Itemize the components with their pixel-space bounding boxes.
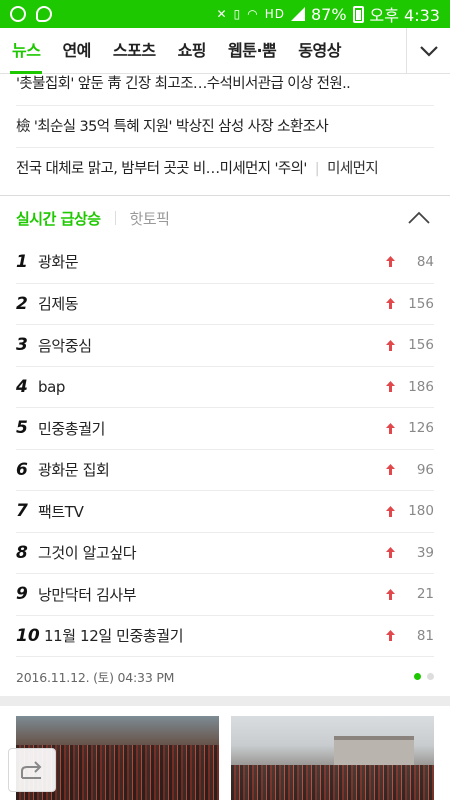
category-nav: 뉴스 연예 스포츠 쇼핑 웹툰·뿜 동영상 [0,27,450,74]
rank-change-count: 21 [416,586,434,603]
rank-number: 3 [16,335,28,356]
news-headline[interactable]: 전국 대체로 맑고, 밤부터 곳곳 비…미세먼지 '주의' | 미세먼지 [16,148,434,190]
collapse-button[interactable] [404,203,434,233]
tab-video[interactable]: 동영상 [298,28,341,74]
rank-change-count: 156 [408,295,434,312]
rank-number: 4 [16,376,28,397]
rising-arrow-icon [382,463,398,477]
share-button[interactable] [8,748,56,792]
rank-term[interactable]: 팩트TV [38,501,382,522]
separator [114,211,116,225]
rising-arrow-icon [382,629,398,643]
rising-arrow-icon [382,546,398,560]
rising-arrow-icon [382,587,398,601]
g-app-icon [36,6,52,22]
rank-number: 1 [16,251,28,272]
rank-number: 2 [16,293,28,314]
tab-webtoon[interactable]: 웹툰·뿜 [228,28,277,74]
rank-change-count: 96 [416,461,434,478]
rising-arrow-icon [382,338,398,352]
ranking-row[interactable]: 9 낭만닥터 김사부 21 [16,573,434,615]
signal-icon [290,7,305,21]
news-thumbnail-gwanghwamun[interactable] [231,716,434,800]
rank-number: 8 [16,542,28,563]
realtime-header: 실시간 급상승 핫토픽 [0,196,450,240]
vibrate-icon: ▯ [233,7,242,21]
update-timestamp: 2016.11.12. (토) 04:33 PM [16,670,175,685]
rank-change-count: 186 [408,378,434,395]
headline-keyword[interactable]: 미세먼지 [327,161,379,177]
section-gap [0,696,450,706]
news-headline[interactable]: 檢 '최순실 35억 특혜 지원' 박상진 삼성 사장 소환조사 [16,106,434,148]
battery-percent: 87% [310,4,347,24]
category-tabs: 뉴스 연예 스포츠 쇼핑 웹툰·뿜 동영상 [0,28,406,74]
rank-term[interactable]: bap [38,378,382,396]
rank-term[interactable]: 낭만닥터 김사부 [38,584,382,605]
ranking-row[interactable]: 5 민중총궐기 126 [16,407,434,449]
rising-arrow-icon [382,504,398,518]
rank-number: 9 [16,584,28,605]
building-image [334,736,414,766]
tab-shopping[interactable]: 쇼핑 [178,28,207,74]
battery-icon [352,5,364,23]
status-time: 오후 4:33 [369,6,440,25]
tab-news[interactable]: 뉴스 [9,28,43,74]
share-arrow-icon [21,761,42,779]
page-dot-active[interactable] [414,673,421,680]
rank-term[interactable]: 11월 12일 민중총궐기 [44,625,382,646]
ranking-row[interactable]: 1 광화문 84 [16,241,434,283]
tab-entertainment[interactable]: 연예 [62,28,91,74]
separator: | [314,161,320,177]
rank-term[interactable]: 광화문 [38,251,382,272]
chevron-down-icon [419,45,438,57]
realtime-ranking-list: 1 광화문 84 2 김제동 156 3 음악중심 156 4 bap 186 5 민중총궐기 126 6 광화… [16,241,434,656]
ranking-row[interactable]: 2 김제동 156 [16,282,434,325]
headline-text: '촛불집회' 앞둔 靑 긴장 최고조…수석비서관급 이상 전원.. [16,76,351,92]
rank-number: 5 [16,418,28,439]
headline-text: 檢 '최순실 35억 특혜 지원' 박상진 삼성 사장 소환조사 [16,119,329,135]
rank-term[interactable]: 그것이 알고싶다 [38,542,382,563]
rising-arrow-icon [382,380,398,394]
rank-change-count: 156 [408,337,434,354]
rising-arrow-icon [382,255,398,269]
ranking-row[interactable]: 10 11월 12일 민중총궐기 81 [16,614,434,657]
rank-term[interactable]: 김제동 [38,293,382,314]
rank-number: 6 [16,459,28,480]
rank-number: 7 [16,501,28,522]
page-indicator [414,673,434,680]
crowd-image [231,765,434,800]
rising-arrow-icon [382,297,398,311]
rank-change-count: 39 [416,544,434,561]
rank-term[interactable]: 광화문 집회 [38,459,382,480]
rank-change-count: 84 [416,253,434,270]
status-bar: ✕ ▯ ◠ HD 87% 오후 4:33 [0,0,450,28]
realtime-footer: 2016.11.12. (토) 04:33 PM [16,656,434,696]
nav-expand-button[interactable] [406,27,450,74]
rising-arrow-icon [382,421,398,435]
wifi-icon: ◠ [247,7,259,21]
rank-term[interactable]: 음악중심 [38,335,382,356]
hd-icon: HD [264,7,285,21]
notification-icon [10,6,26,22]
tab-sports[interactable]: 스포츠 [113,28,156,74]
tab-hot-topic[interactable]: 핫토픽 [130,208,170,229]
mute-icon: ✕ [216,7,228,21]
rank-change-count: 81 [416,627,434,644]
ranking-row[interactable]: 8 그것이 알고싶다 39 [16,531,434,574]
rank-change-count: 126 [408,420,434,437]
page-dot[interactable] [427,673,434,680]
ranking-row[interactable]: 7 팩트TV 180 [16,490,434,532]
rank-term[interactable]: 민중총궐기 [38,418,382,439]
chevron-up-icon [408,211,430,224]
ranking-row[interactable]: 4 bap 186 [16,365,434,408]
ranking-row[interactable]: 6 광화문 집회 96 [16,448,434,491]
news-headlines: '촛불집회' 앞둔 靑 긴장 최고조…수석비서관급 이상 전원.. 檢 '최순실… [0,66,450,190]
rank-number: 10 [16,625,40,646]
ranking-row[interactable]: 3 음악중심 156 [16,324,434,366]
tab-realtime-rising[interactable]: 실시간 급상승 [16,208,101,229]
headline-text: 전국 대체로 맑고, 밤부터 곳곳 비…미세먼지 '주의' [16,161,307,177]
rank-change-count: 180 [408,503,434,520]
